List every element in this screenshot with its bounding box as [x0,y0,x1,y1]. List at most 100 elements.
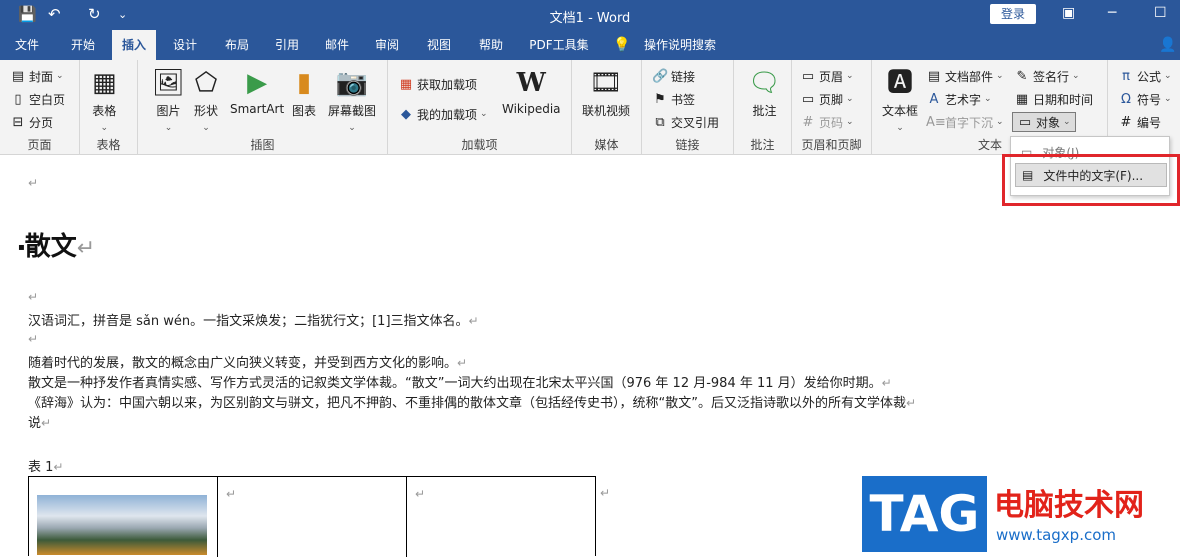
number-button[interactable]: # 编号 [1118,112,1161,132]
paragraph: 随着时代的发展，散文的概念由广义向狭义转变，并受到西方文化的影响。↵ [28,356,468,371]
footer-button[interactable]: ▭ 页脚 ⌄ [800,89,854,109]
document-table[interactable]: ↵ ↵ [28,476,596,557]
blank-page-button[interactable]: ▯ 空白页 [10,89,65,109]
lightbulb-icon: 💡 [613,37,631,53]
group-media: 🎞 联机视频 媒体 [572,60,642,155]
table-caption: 表 1↵ [28,460,64,475]
shapes-icon: ⬠ [194,68,218,98]
cross-reference-icon: ⧉ [655,114,665,130]
login-button[interactable]: 登录 [990,4,1036,24]
ribbon: ▤ 封面 ⌄ ▯ 空白页 ⊟ 分页 页面 ▦ 表格 ⌄ 表格 🖼 图片 ⌄ ⬠ 形状 ⌄ ▶ Smar… [0,60,1180,155]
drop-cap-icon: A≡ [926,114,946,130]
equation-button[interactable]: π 公式 ⌄ [1118,66,1171,86]
tab-file[interactable]: 文件 [6,30,48,60]
row-end-mark: ↵ [600,486,611,500]
tab-view[interactable]: 视图 [418,30,460,60]
footer-icon: ▭ [801,91,815,107]
group-pages: ▤ 封面 ⌄ ▯ 空白页 ⊟ 分页 页面 [0,60,80,155]
table-cell[interactable] [29,477,218,557]
table-cell[interactable]: ↵ [407,477,596,557]
tab-review[interactable]: 审阅 [366,30,408,60]
get-addins-button[interactable]: ▦ 获取加载项 [398,74,477,94]
table-cell[interactable]: ↵ [218,477,407,557]
page-number-icon: # [802,114,814,130]
wordart-icon: A [929,91,939,107]
cross-reference-button[interactable]: ⧉ 交叉引用 [652,112,719,132]
document-heading: ▪散文↵ [18,232,96,262]
bookmark-icon: ⚑ [654,91,666,107]
comment-button[interactable]: 🗨 批注 [748,68,781,119]
header-button[interactable]: ▭ 页眉 ⌄ [800,66,854,86]
chart-icon: ▮ [296,68,312,98]
page-number-button[interactable]: # 页码 ⌄ [800,112,854,132]
ribbon-tabs: 文件 开始 插入 设计 布局 引用 邮件 审阅 视图 帮助 PDF工具集 💡 操… [0,30,1180,60]
smartart-icon: ▶ [247,68,268,98]
tab-layout[interactable]: 布局 [216,30,258,60]
screenshot-button[interactable]: 📷 屏幕截图 ⌄ [328,68,376,133]
textbox-button[interactable]: 🅰 文本框 ⌄ [882,68,918,133]
link-icon: 🔗 [652,68,669,84]
wikipedia-button[interactable]: W Wikipedia [502,68,561,116]
header-icon: ▭ [801,68,815,84]
tab-design[interactable]: 设计 [164,30,206,60]
date-time-button[interactable]: ▦ 日期和时间 [1014,89,1093,109]
highlight-box [1002,154,1180,206]
group-addins: ▦ 获取加载项 ◆ 我的加载项 ⌄ W Wikipedia 加载项 [388,60,572,155]
tab-home[interactable]: 开始 [62,30,104,60]
smartart-button[interactable]: ▶ SmartArt [230,68,284,116]
tab-insert[interactable]: 插入 [112,30,156,60]
share-icon[interactable]: 👤 [1158,30,1178,60]
blank-page-icon: ▯ [14,91,22,107]
ribbon-display-icon[interactable]: ▣ [1062,5,1075,21]
signature-line-button[interactable]: ✎ 签名行 ⌄ [1014,66,1080,86]
omega-icon: Ω [1121,91,1131,107]
chart-button[interactable]: ▮ 图表 [292,68,316,119]
group-links: 🔗 链接 ⚑ 书签 ⧉ 交叉引用 链接 [642,60,734,155]
picture-button[interactable]: 🖼 图片 ⌄ [152,68,185,133]
tab-mailings[interactable]: 邮件 [316,30,358,60]
addins-icon: ◆ [401,106,411,122]
link-button[interactable]: 🔗 链接 [652,66,695,86]
signature-icon: ✎ [1016,68,1028,84]
number-icon: # [1120,114,1132,130]
textbox-icon: 🅰 [887,68,914,98]
page-break-button[interactable]: ⊟ 分页 [10,112,53,132]
group-illustrations: 🖼 图片 ⌄ ⬠ 形状 ⌄ ▶ SmartArt ▮ 图表 📷 屏幕截图 ⌄ 插图 [138,60,388,155]
group-comments: 🗨 批注 批注 [734,60,792,155]
wikipedia-icon: W [516,68,546,98]
bookmark-button[interactable]: ⚑ 书签 [652,89,695,109]
landscape-image[interactable] [37,495,207,555]
tab-pdf-tools[interactable]: PDF工具集 [524,30,594,60]
object-button[interactable]: ▭ 对象 ⌄ [1012,112,1076,132]
group-header-footer: ▭ 页眉 ⌄ ▭ 页脚 ⌄ # 页码 ⌄ 页眉和页脚 [792,60,872,155]
paragraph-mark: ↵ [28,290,39,304]
table-icon: ▦ [92,68,117,98]
tab-help[interactable]: 帮助 [470,30,512,60]
picture-icon: 🖼 [152,68,186,98]
quick-parts-button[interactable]: ▤ 文档部件 ⌄ [926,66,1004,86]
watermark: TAG 电脑技术网 www.tagxp.com [862,476,1180,552]
paragraph: 《辞海》认为：中国六朝以来，为区别韵文与骈文，把凡不押韵、不重排偶的散体文章（包… [28,396,917,411]
shapes-button[interactable]: ⬠ 形状 ⌄ [194,68,218,133]
wordart-button[interactable]: A 艺术字 ⌄ [926,89,992,109]
cover-page-button[interactable]: ▤ 封面 ⌄ [10,66,64,86]
store-icon: ▦ [399,76,413,92]
paragraph: 说↵ [28,416,52,431]
comment-icon: 🗨 [748,68,782,98]
paragraph: 汉语词汇，拼音是 sǎn wén。一指文采焕发；二指犹行文；[1]三指文体名。↵ [28,314,479,329]
calendar-icon: ▦ [1015,91,1029,107]
video-icon: 🎞 [589,68,623,98]
tell-me-search[interactable]: 操作说明搜索 [640,30,720,60]
object-icon: ▭ [1018,114,1032,130]
watermark-logo: TAG [862,476,987,552]
tab-references[interactable]: 引用 [266,30,308,60]
table-button[interactable]: ▦ 表格 ⌄ [92,68,117,133]
minimize-icon[interactable]: ─ [1108,5,1116,21]
paragraph: 散文是一种抒发作者真情实感、写作方式灵活的记叙类文学体裁。“散文”一词大约出现在… [28,376,892,391]
drop-cap-button[interactable]: A≡ 首字下沉 ⌄ [926,112,1004,132]
online-video-button[interactable]: 🎞 联机视频 [582,68,630,119]
my-addins-button[interactable]: ◆ 我的加载项 ⌄ [398,104,488,124]
symbol-button[interactable]: Ω 符号 ⌄ [1118,89,1172,109]
paragraph-mark: ↵ [28,176,39,190]
maximize-icon[interactable]: ☐ [1154,5,1167,21]
